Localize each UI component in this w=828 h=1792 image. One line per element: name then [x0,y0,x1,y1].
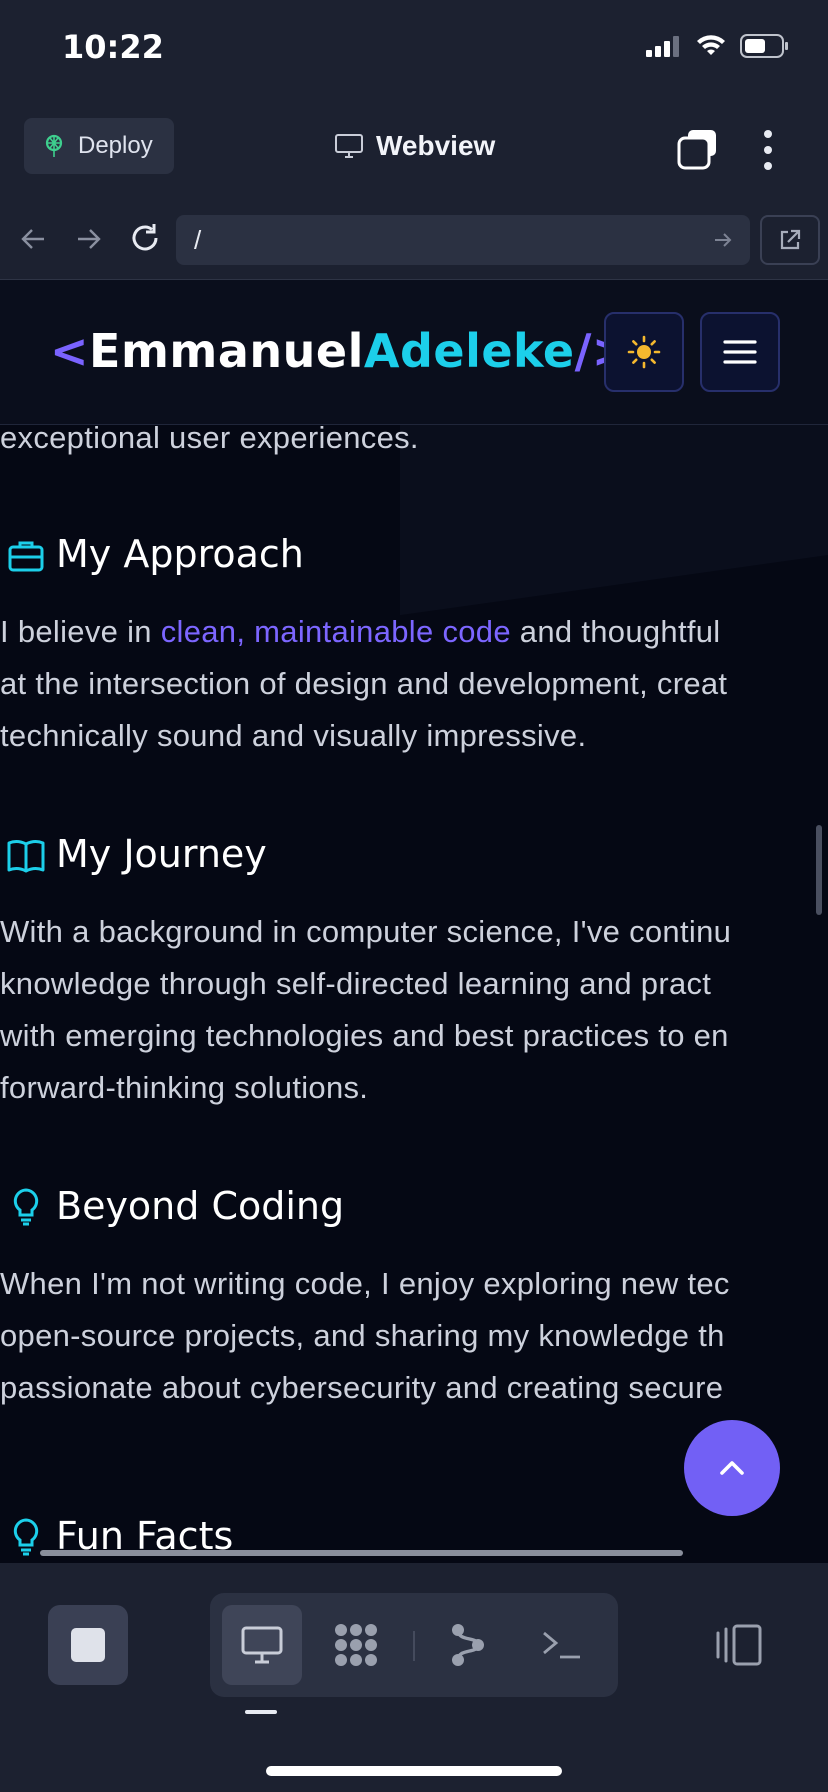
journey-line-3: with emerging technologies and best prac… [0,1018,729,1053]
url-value: / [194,224,202,255]
intro-tail-text: exceptional user experiences. [0,420,419,455]
lightbulb-icon [13,1188,39,1226]
page-content: exceptional user experiences. My Approac… [0,280,788,1563]
menu-button[interactable] [700,312,780,392]
battery-icon [740,34,788,58]
wifi-icon [697,35,725,55]
panel-layout-icon[interactable] [714,1623,764,1667]
terminal-icon [543,1631,580,1659]
git-tool-button[interactable] [428,1605,508,1685]
status-bar: 10:22 [0,0,828,100]
bottom-toolbar [0,1563,828,1792]
chevron-up-icon [720,1461,744,1475]
book-icon [7,840,45,873]
section-title-approach: My Approach [56,532,304,576]
horizontal-scrollbar[interactable] [40,1550,683,1556]
deploy-button[interactable]: Deploy [24,118,174,174]
vertical-scrollbar[interactable] [816,825,822,915]
status-icons [646,34,790,58]
deploy-icon [45,134,63,157]
approach-line-2: at the intersection of design and develo… [0,666,728,701]
active-tab-indicator [245,1710,277,1714]
back-arrow-icon[interactable] [18,222,48,256]
journey-line-4: forward-thinking solutions. [0,1070,369,1105]
shell-tool-button[interactable] [522,1605,602,1685]
highlight-clean-code: clean, maintainable code [160,614,511,649]
external-link-icon [780,229,801,250]
tool-separator [413,1631,415,1661]
journey-line-2: knowledge through self-directed learning… [0,966,712,1001]
site-header: <EmmanuelAdeleke/> [0,280,828,425]
monitor-icon [335,134,363,158]
forward-arrow-icon[interactable] [74,222,104,256]
replit-topbar: Deploy Webview [0,100,828,200]
webview-title-label: Webview [376,130,496,161]
more-options-icon[interactable] [756,126,780,174]
go-arrow-icon[interactable] [712,229,734,251]
journey-line-1: With a background in computer science, I… [0,914,732,949]
approach-line-3: technically sound and visually impressiv… [0,718,587,753]
stop-icon [71,1628,105,1662]
reload-icon[interactable] [128,220,162,256]
home-indicator [266,1766,562,1776]
stop-button[interactable] [48,1605,128,1685]
url-input[interactable]: / [176,215,750,265]
open-external-button[interactable] [760,215,820,265]
packages-tool-button[interactable] [316,1605,396,1685]
site-logo[interactable]: <EmmanuelAdeleke/> [50,324,631,378]
scroll-to-top-button[interactable] [684,1420,780,1516]
beyond-line-3: passionate about cybersecurity and creat… [0,1370,724,1405]
tool-group [210,1593,618,1697]
tabs-icon[interactable] [676,128,720,172]
url-bar: / [0,200,828,280]
hamburger-icon [723,340,757,364]
sun-icon [627,335,661,369]
webview-tool-button[interactable] [222,1605,302,1685]
beyond-line-1: When I'm not writing code, I enjoy explo… [0,1266,730,1301]
theme-toggle-button[interactable] [604,312,684,392]
section-title-journey: My Journey [56,832,267,876]
git-branch-icon [452,1624,484,1666]
deploy-label: Deploy [78,132,153,159]
beyond-line-2: open-source projects, and sharing my kno… [0,1318,725,1353]
signal-icon [646,36,679,57]
briefcase-icon [8,541,44,572]
monitor-icon [241,1626,283,1664]
webview-frame: exceptional user experiences. My Approac… [0,280,828,1563]
approach-line-1: I believe in clean, maintainable code an… [0,614,721,649]
webview-title[interactable]: Webview [334,130,495,162]
section-title-beyond: Beyond Coding [56,1184,345,1228]
status-time: 10:22 [62,28,164,66]
grid-dots-icon [335,1624,377,1666]
